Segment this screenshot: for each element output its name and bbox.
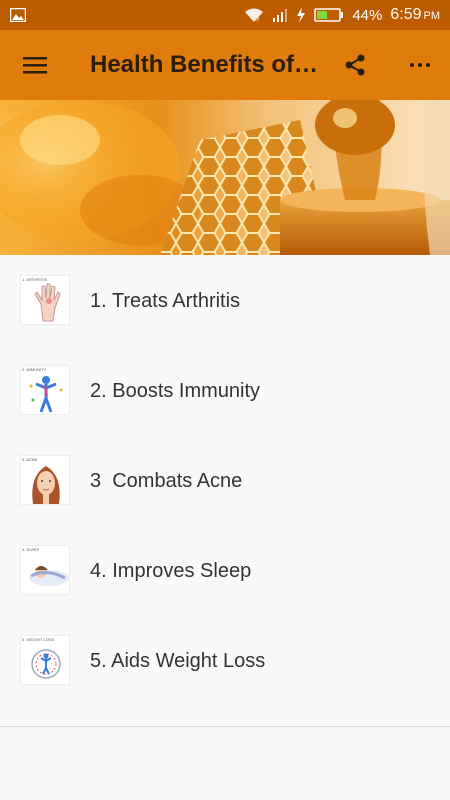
share-button[interactable] bbox=[330, 30, 380, 100]
list-item[interactable]: 3. ACNE 3 Combats Acne bbox=[0, 435, 450, 525]
app-bar: Health Benefits of… bbox=[0, 30, 450, 100]
svg-text:?: ? bbox=[256, 18, 260, 23]
item-label: 2. Boosts Immunity bbox=[90, 380, 261, 402]
sleep-thumbnail: 4. SLEEP bbox=[20, 545, 70, 595]
thumb-caption: 4. SLEEP bbox=[22, 547, 40, 552]
honey-banner-image bbox=[0, 100, 450, 255]
weight-loss-thumbnail: 5. WEIGHT LOSS bbox=[20, 635, 70, 685]
share-icon bbox=[345, 54, 365, 76]
signal-icon bbox=[273, 9, 288, 22]
list-item[interactable]: 4. SLEEP 4. Improves Sleep bbox=[0, 525, 450, 615]
list-item[interactable]: 1. ARTHRITIS 1. Treats Arthritis bbox=[0, 255, 450, 345]
thumb-caption: 5. WEIGHT LOSS bbox=[22, 637, 55, 642]
battery-icon bbox=[314, 8, 344, 22]
menu-icon bbox=[23, 57, 47, 74]
clock: 6:59 PM bbox=[390, 6, 440, 24]
thumb-caption: 2. IMMUNITY bbox=[22, 367, 47, 372]
acne-thumbnail: 3. ACNE bbox=[20, 455, 70, 505]
sleeping-person-icon bbox=[29, 566, 69, 586]
list-item[interactable]: 2. IMMUNITY 2. Boosts Immunity bbox=[0, 345, 450, 435]
benefits-list: 1. ARTHRITIS 1. Treats Arthritis 2. IMMU… bbox=[0, 255, 450, 727]
item-label: 1. Treats Arthritis bbox=[90, 290, 241, 312]
gallery-icon bbox=[10, 8, 26, 22]
arthritis-thumbnail: 1. ARTHRITIS bbox=[20, 275, 70, 325]
thumb-caption: 3. ACNE bbox=[22, 457, 38, 462]
item-label: 3 Combats Acne bbox=[90, 470, 243, 492]
battery-percent: 44% bbox=[352, 6, 383, 24]
clock-ampm: PM bbox=[423, 10, 441, 22]
thumb-caption: 1. ARTHRITIS bbox=[22, 277, 48, 282]
charging-icon bbox=[297, 7, 306, 23]
clock-time: 6:59 bbox=[390, 6, 422, 23]
face-icon bbox=[32, 466, 60, 504]
item-label: 5. Aids Weight Loss bbox=[90, 650, 266, 672]
page-title: Health Benefits of… bbox=[90, 51, 319, 78]
scale-icon bbox=[31, 649, 61, 679]
more-vert-icon bbox=[410, 63, 430, 67]
list-item[interactable]: 5. WEIGHT LOSS 5. Aids Weight Loss bbox=[0, 615, 450, 705]
item-label: 4. Improves Sleep bbox=[90, 560, 252, 582]
immunity-thumbnail: 2. IMMUNITY bbox=[20, 365, 70, 415]
wifi-icon: ? bbox=[245, 8, 264, 23]
menu-button[interactable] bbox=[0, 30, 70, 100]
hero-banner bbox=[0, 100, 450, 255]
hand-icon bbox=[34, 283, 61, 322]
body-icon bbox=[29, 376, 63, 413]
more-options-button[interactable] bbox=[390, 30, 450, 100]
status-bar: ? 44% 6:59 PM bbox=[0, 0, 450, 30]
